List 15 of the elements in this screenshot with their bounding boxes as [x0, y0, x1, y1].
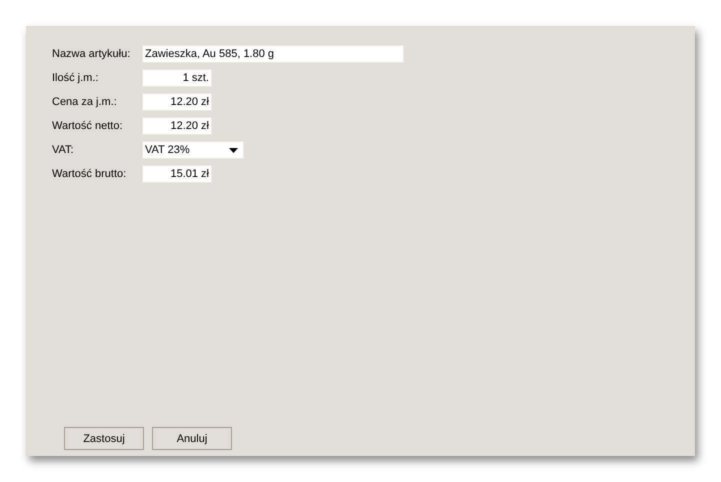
field-label: Ilość j.m.:	[52, 72, 100, 84]
dialog-button[interactable]: Zastosuj	[64, 427, 144, 450]
input-field[interactable]: Zawieszka, Au 585, 1.80 g	[142, 45, 404, 63]
field-label: Wartość netto:	[52, 120, 124, 132]
vat-dropdown[interactable]: VAT 23%	[142, 141, 244, 159]
input-field[interactable]: 12.20 zł	[142, 93, 212, 111]
field-label: Cena za j.m.:	[52, 96, 118, 108]
input-field[interactable]: 15.01 zł	[142, 165, 212, 183]
input-field[interactable]: 12.20 zł	[142, 117, 212, 135]
input-field[interactable]: 1 szt.	[142, 69, 212, 87]
field-label: Nazwa artykułu:	[52, 48, 132, 60]
dialog-button[interactable]: Anuluj	[152, 427, 232, 450]
caret-icon	[229, 148, 238, 152]
field-label: Wartość brutto:	[52, 168, 128, 180]
field-label: VAT:	[52, 144, 75, 156]
